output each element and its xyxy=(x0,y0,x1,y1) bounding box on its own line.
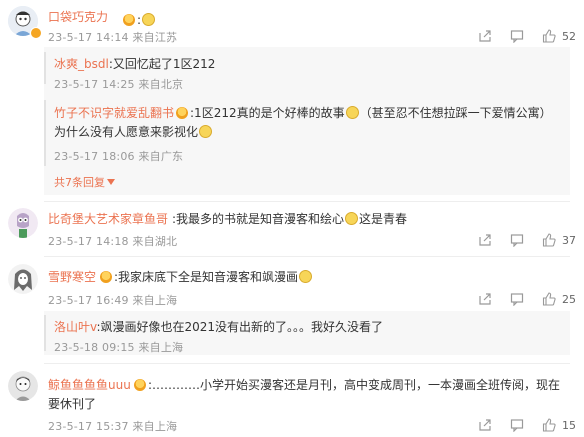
comment-actions: 25 xyxy=(478,292,576,306)
share-icon[interactable] xyxy=(478,292,492,306)
reply-divider-bar xyxy=(44,100,46,166)
like-icon[interactable] xyxy=(542,29,556,43)
reply-text-continued: （甚至忍不住想拉踩一下爱情公寓） xyxy=(359,106,552,120)
comment-text-line2: 要休刊了 xyxy=(48,397,97,411)
reply-divider-bar xyxy=(44,52,46,84)
comment-meta: 23-5-17 14:18 来自湖北 xyxy=(48,235,178,248)
comment-username[interactable]: 雪野寒空 xyxy=(48,268,96,285)
comment-icon[interactable] xyxy=(510,29,524,43)
share-icon[interactable] xyxy=(478,233,492,247)
share-icon[interactable] xyxy=(478,418,492,432)
comment-username[interactable]: 比奇堡大艺术家章鱼哥 xyxy=(48,210,168,227)
like-icon[interactable] xyxy=(542,418,556,432)
comment-actions: 15 xyxy=(478,418,576,432)
reply-divider-bar xyxy=(44,315,46,351)
like-count: 15 xyxy=(562,418,576,432)
avatar[interactable] xyxy=(8,208,38,238)
divider xyxy=(44,363,570,364)
like-icon[interactable] xyxy=(542,233,556,247)
reply-text-line2: 为什么没有人愿意来影视化 xyxy=(54,123,213,140)
emoji-icon xyxy=(345,106,359,119)
divider xyxy=(44,256,570,257)
reply-text: :1区212真的是个好棒的故事 xyxy=(190,106,345,120)
comment-text: :…………小学开始买漫客还是月刊，高中变成周刊，一本漫画全班传阅，现在 xyxy=(132,376,560,393)
medal-icon xyxy=(134,379,146,391)
avatar[interactable] xyxy=(8,264,38,294)
comment-username[interactable]: 口袋巧克力 xyxy=(48,8,108,25)
comment-icon[interactable] xyxy=(510,418,524,432)
reply-meta: 23-5-17 18:06 来自广东 xyxy=(54,150,184,163)
emoji-icon xyxy=(142,13,156,26)
comment-decorations: : xyxy=(121,9,156,28)
divider xyxy=(44,201,570,202)
medal-icon xyxy=(176,107,189,119)
like-count: 25 xyxy=(562,292,576,306)
reply-item: 冰爽_bsdl:又回忆起了1区212 xyxy=(54,55,215,72)
chevron-down-icon xyxy=(107,179,115,185)
avatar[interactable] xyxy=(8,371,38,401)
comment-meta: 23-5-17 14:14 来自江苏 xyxy=(48,31,178,44)
reply-username[interactable]: 冰爽_bsdl xyxy=(54,57,109,71)
reply-meta: 23-5-18 09:15 来自上海 xyxy=(54,341,184,354)
reply-text: :又回忆起了1区212 xyxy=(108,57,216,71)
share-icon[interactable] xyxy=(478,29,492,43)
like-count: 37 xyxy=(562,233,576,247)
comment-text: :我最多的书就是知音漫客和绘心 这是青春 xyxy=(172,212,408,226)
comment-icon[interactable] xyxy=(510,233,524,247)
reply-meta: 23-5-17 14:25 来自北京 xyxy=(54,78,184,91)
comment-username[interactable]: 鲸鱼鱼鱼鱼uuu xyxy=(48,376,131,393)
reply-username[interactable]: 竹子不识字就爱乱翻书 xyxy=(54,106,174,120)
comment-actions: 37 xyxy=(478,233,576,247)
emoji-icon xyxy=(299,270,313,283)
medal-icon xyxy=(123,14,135,26)
reply-text: :飒漫画好像也在2021没有出新的了。。。我好久没看了 xyxy=(96,320,384,334)
medal-icon xyxy=(100,271,112,283)
like-count: 52 xyxy=(562,29,576,43)
reply-username[interactable]: 洛山叶v xyxy=(54,320,96,334)
comment-meta: 23-5-17 16:49 来自上海 xyxy=(48,294,178,307)
reply-item: 洛山叶v:飒漫画好像也在2021没有出新的了。。。我好久没看了 xyxy=(54,318,383,335)
more-replies-link[interactable]: 共7条回复 xyxy=(54,174,115,190)
comment-text: :我家床底下全是知音漫客和飒漫画 xyxy=(98,268,313,285)
comment-icon[interactable] xyxy=(510,292,524,306)
like-icon[interactable] xyxy=(542,292,556,306)
comment-actions: 52 xyxy=(478,29,576,43)
reply-item: 竹子不识字就爱乱翻书 :1区212真的是个好棒的故事 （甚至忍不住想拉踩一下爱情公寓… xyxy=(54,104,552,121)
emoji-icon xyxy=(199,125,213,138)
emoji-icon xyxy=(345,212,359,225)
comment-meta: 23-5-17 15:37 来自上海 xyxy=(48,420,178,433)
verified-badge-icon xyxy=(30,27,42,39)
